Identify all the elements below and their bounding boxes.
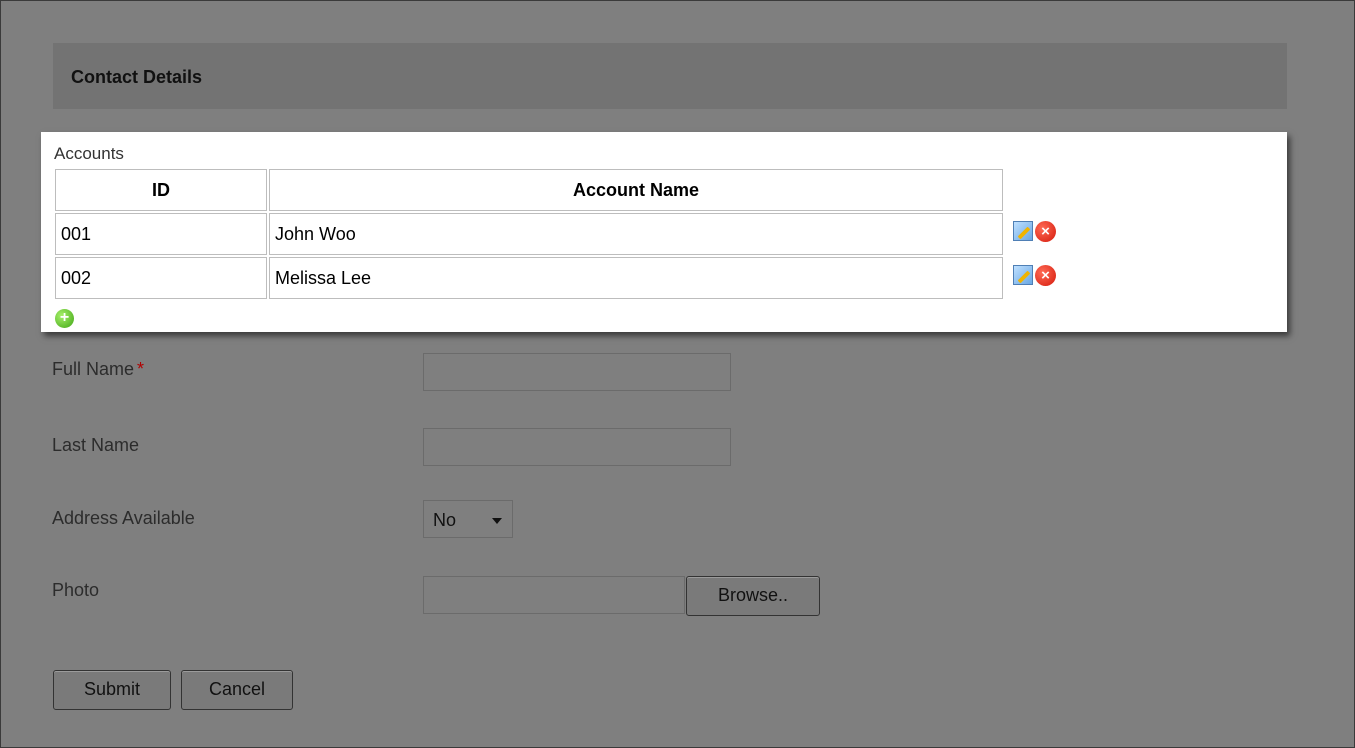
contact-details-page: Contact Details Accounts ID Account Name… (0, 0, 1355, 748)
cell-account-name: John Woo (269, 213, 1003, 255)
address-available-select[interactable]: No (423, 500, 513, 538)
row-actions: × (1013, 265, 1056, 286)
table-row: 001 John Woo (55, 213, 1003, 255)
submit-button[interactable]: Submit (53, 670, 171, 710)
edit-icon[interactable] (1013, 265, 1033, 285)
column-header-account-name: Account Name (269, 169, 1003, 211)
address-available-value: No (433, 510, 457, 530)
chevron-down-icon (492, 518, 502, 524)
delete-icon[interactable]: × (1035, 265, 1056, 286)
edit-icon[interactable] (1013, 221, 1033, 241)
accounts-panel: Accounts ID Account Name 001 John Woo 00… (41, 132, 1287, 332)
cell-account-name: Melissa Lee (269, 257, 1003, 299)
photo-file-field[interactable] (423, 576, 685, 614)
required-marker: * (137, 359, 145, 379)
table-header-row: ID Account Name (55, 169, 1003, 211)
last-name-label: Last Name (52, 435, 140, 455)
browse-button[interactable]: Browse.. (686, 576, 820, 616)
cancel-button[interactable]: Cancel (181, 670, 293, 710)
accounts-table: ID Account Name 001 John Woo 002 Melissa… (53, 167, 1005, 301)
pencil-glyph (1017, 226, 1031, 240)
cell-id: 002 (55, 257, 267, 299)
photo-label: Photo (52, 580, 100, 600)
address-available-label: Address Available (52, 508, 195, 528)
delete-icon[interactable]: × (1035, 221, 1056, 242)
add-icon[interactable]: + (55, 309, 74, 328)
column-header-id: ID (55, 169, 267, 211)
section-header: Contact Details (53, 43, 1287, 109)
pencil-glyph (1017, 270, 1031, 284)
accounts-caption: Accounts (54, 144, 124, 163)
row-actions: × (1013, 221, 1056, 242)
cell-id: 001 (55, 213, 267, 255)
full-name-label-text: Full Name (52, 359, 135, 379)
section-title: Contact Details (71, 67, 203, 87)
full-name-label: Full Name * (52, 359, 144, 380)
table-row: 002 Melissa Lee (55, 257, 1003, 299)
last-name-field[interactable] (423, 428, 731, 466)
full-name-field[interactable] (423, 353, 731, 391)
